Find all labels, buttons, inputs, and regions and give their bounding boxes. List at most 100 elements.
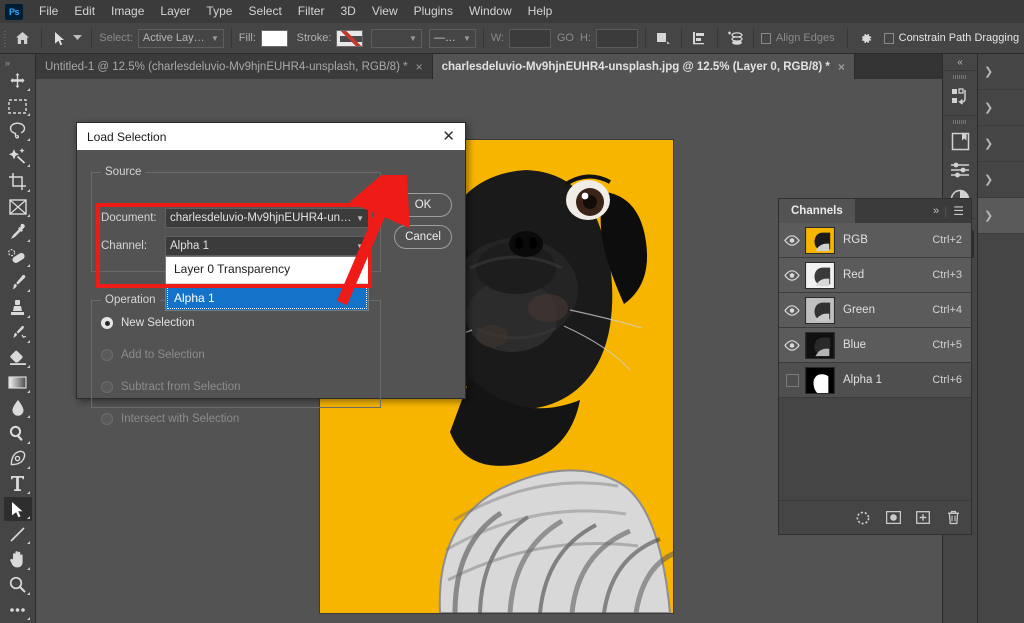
document-tab-untitled-1[interactable]: Untitled-1 @ 12.5% (charlesdeluvio-Mv9hj… (36, 54, 433, 79)
brush-tool[interactable] (4, 270, 32, 294)
frame-tool[interactable] (4, 195, 32, 219)
menu-layer[interactable]: Layer (152, 0, 198, 23)
stroke-style-dropdown[interactable]: ——— ▼ (429, 29, 476, 48)
close-icon[interactable]: × (838, 60, 845, 74)
channel-row-blue[interactable]: Blue Ctrl+5 (779, 328, 971, 363)
lasso-tool[interactable] (4, 119, 32, 143)
path-selection-tool[interactable] (4, 497, 32, 521)
chevron-down-icon: ▼ (409, 34, 417, 43)
menu-help[interactable]: Help (520, 0, 561, 23)
cancel-button[interactable]: Cancel (394, 225, 452, 249)
menu-window[interactable]: Window (461, 0, 520, 23)
menu-type[interactable]: Type (198, 0, 240, 23)
toolbar-expand-icon[interactable]: » (0, 58, 35, 69)
delete-channel-button[interactable] (945, 510, 961, 526)
link-dimensions-icon[interactable]: GO (557, 32, 574, 44)
home-icon[interactable] (11, 27, 34, 49)
path-alignment-icon[interactable] (689, 27, 710, 49)
edit-toolbar-button[interactable] (4, 598, 32, 622)
dodge-tool[interactable] (4, 421, 32, 445)
gear-icon[interactable] (854, 27, 875, 49)
eraser-tool[interactable] (4, 346, 32, 370)
collapsed-panel-row[interactable]: ❯ (978, 90, 1024, 126)
channel-visibility-toggle[interactable] (779, 270, 805, 281)
eyedropper-tool[interactable] (4, 220, 32, 244)
channel-row-rgb[interactable]: RGB Ctrl+2 (779, 223, 971, 258)
dialog-title-bar[interactable]: Load Selection ✕ (77, 123, 465, 150)
pen-tool[interactable] (4, 447, 32, 471)
dropdown-option-layer-0-transparency[interactable]: Layer 0 Transparency (166, 257, 368, 281)
zoom-tool[interactable] (4, 573, 32, 597)
channel-row-alpha-1[interactable]: Alpha 1 Ctrl+6 (779, 363, 971, 398)
dock-grip[interactable] (953, 120, 967, 124)
height-input[interactable] (596, 29, 638, 48)
new-channel-button[interactable] (915, 510, 931, 526)
menu-edit[interactable]: Edit (66, 0, 103, 23)
menu-view[interactable]: View (364, 0, 406, 23)
ok-button[interactable]: OK (394, 193, 452, 217)
type-tool[interactable] (4, 472, 32, 496)
panel-menu-icon[interactable]: ☰ (953, 204, 964, 218)
save-selection-as-channel-button[interactable] (885, 510, 901, 526)
document-dropdown[interactable]: charlesdeluvio-Mv9hjnEUHR4-unsp... ▼ (165, 208, 369, 228)
operation-new-selection[interactable]: New Selection (101, 312, 373, 334)
channel-visibility-toggle[interactable] (779, 340, 805, 351)
history-panel-icon[interactable] (946, 82, 974, 110)
divider (41, 28, 42, 48)
collapse-panels-icon[interactable]: « (943, 54, 977, 70)
hand-tool[interactable] (4, 547, 32, 571)
move-tool[interactable] (4, 69, 32, 93)
double-chevron-right-icon[interactable]: » (933, 205, 938, 217)
rectangular-marquee-tool[interactable] (4, 94, 32, 118)
channel-dropdown-list[interactable]: Layer 0 Transparency Alpha 1 (165, 256, 369, 311)
collapsed-panel-row[interactable]: ❯ (978, 126, 1024, 162)
tab-channels[interactable]: Channels (779, 199, 855, 223)
clone-stamp-tool[interactable] (4, 295, 32, 319)
document-tab-charlesdeluvio[interactable]: charlesdeluvio-Mv9hjnEUHR4-unsplash.jpg … (433, 54, 855, 79)
path-arrangement-icon[interactable] (725, 27, 746, 49)
load-channel-as-selection-button[interactable] (855, 510, 871, 526)
select-mode-dropdown[interactable]: Active Layers ▼ (138, 29, 224, 48)
path-operations-icon[interactable] (653, 27, 674, 49)
tool-preset-caret-icon[interactable] (70, 27, 84, 49)
menu-file[interactable]: File (31, 0, 66, 23)
options-bar-grip[interactable] (2, 27, 8, 49)
chevron-right-icon: ❯ (984, 101, 993, 114)
tools-panel: » (0, 54, 36, 623)
channel-dropdown[interactable]: Alpha 1 ▼ (165, 236, 369, 256)
dropdown-option-alpha-1[interactable]: Alpha 1 (166, 286, 368, 310)
channel-visibility-toggle[interactable] (779, 235, 805, 246)
channel-visibility-toggle[interactable] (779, 305, 805, 316)
libraries-panel-icon[interactable] (946, 127, 974, 155)
close-icon[interactable]: ✕ (442, 129, 455, 144)
current-tool-icon[interactable] (49, 27, 70, 49)
gradient-tool[interactable] (4, 371, 32, 395)
menu-image[interactable]: Image (103, 0, 152, 23)
channel-row-green[interactable]: Green Ctrl+4 (779, 293, 971, 328)
stroke-color-swatch[interactable] (336, 30, 363, 47)
fill-color-swatch[interactable] (261, 30, 288, 47)
collapsed-panel-row[interactable]: ❯ (978, 54, 1024, 90)
channel-visibility-toggle[interactable] (779, 374, 805, 387)
menu-plugins[interactable]: Plugins (406, 0, 461, 23)
object-selection-tool[interactable] (4, 144, 32, 168)
spot-healing-brush-tool[interactable] (4, 245, 32, 269)
stroke-width-input[interactable]: ▼ (371, 29, 422, 48)
menu-3d[interactable]: 3D (332, 0, 363, 23)
blur-tool[interactable] (4, 396, 32, 420)
constrain-path-dragging-checkbox[interactable] (884, 33, 894, 44)
menu-select[interactable]: Select (240, 0, 289, 23)
menu-filter[interactable]: Filter (290, 0, 333, 23)
collapsed-panel-row[interactable]: ❯ (978, 162, 1024, 198)
crop-tool[interactable] (4, 170, 32, 194)
width-input[interactable] (509, 29, 551, 48)
tab-label: Untitled-1 @ 12.5% (charlesdeluvio-Mv9hj… (45, 61, 408, 73)
align-edges-checkbox[interactable] (761, 33, 771, 44)
channel-row-red[interactable]: Red Ctrl+3 (779, 258, 971, 293)
collapsed-panel-row[interactable]: ❯ (978, 198, 1024, 234)
adjustments-panel-icon[interactable] (946, 156, 974, 184)
history-brush-tool[interactable] (4, 321, 32, 345)
dock-grip[interactable] (953, 75, 967, 79)
close-icon[interactable]: × (416, 60, 423, 74)
line-tool[interactable] (4, 522, 32, 546)
